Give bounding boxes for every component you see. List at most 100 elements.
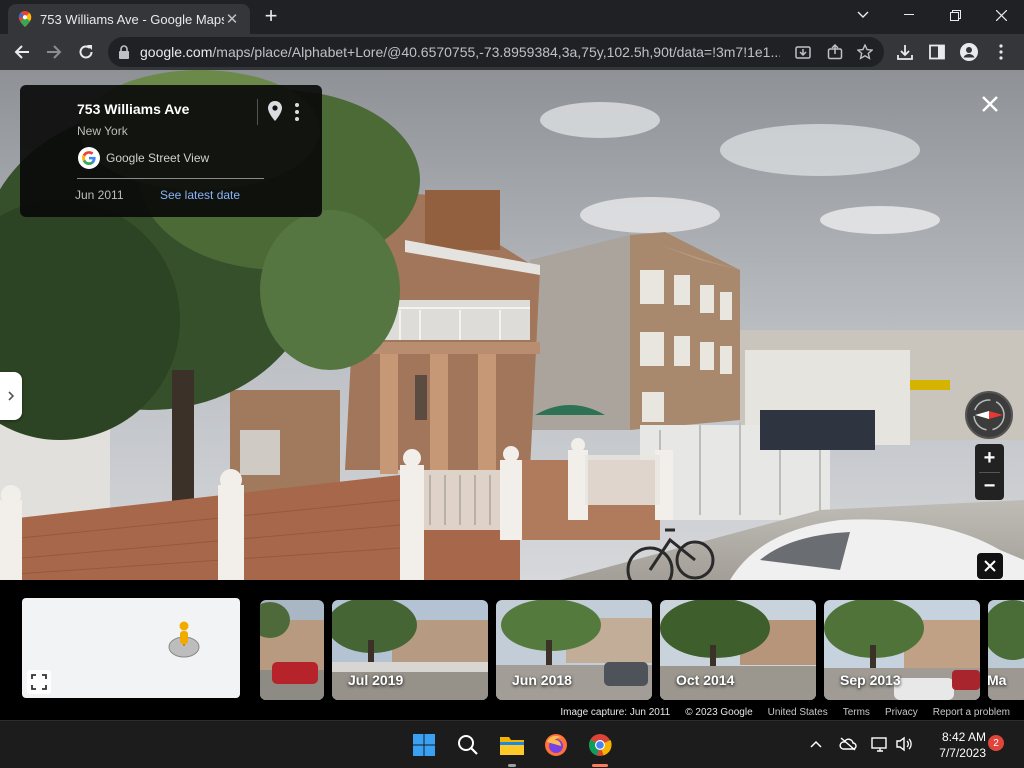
url-text: google.com/maps/place/Alphabet+Lore/@40.… <box>140 44 780 60</box>
system-clock[interactable]: 8:42 AM 7/7/2023 <box>918 729 986 761</box>
onedrive-button[interactable] <box>838 734 858 754</box>
show-hidden-icons-button[interactable] <box>806 734 826 754</box>
filmstrip-thumb-jun-2018[interactable]: Jun 2018 <box>496 600 652 700</box>
google-logo-icon <box>78 147 100 169</box>
filmstrip-thumb-oct-2014[interactable]: Oct 2014 <box>660 600 816 700</box>
thumb-date-label: Jul 2019 <box>348 672 404 688</box>
thumb-date-label: Oct 2014 <box>676 672 735 688</box>
filmstrip-thumb-partial-right[interactable]: Ma <box>988 600 1024 700</box>
google-maps-favicon-icon <box>18 11 32 27</box>
copyright-text: © 2023 Google <box>685 706 753 718</box>
filmstrip-thumb-partial[interactable] <box>260 600 324 700</box>
browser-tab-bar: 753 Williams Ave - Google Maps ✕ + <box>0 0 1024 34</box>
filmstrip-thumb-jul-2019[interactable]: Jul 2019 <box>332 600 488 700</box>
close-icon <box>984 560 996 572</box>
region-link[interactable]: United States <box>768 707 828 718</box>
windows-logo-icon <box>413 734 435 756</box>
search-icon <box>458 735 478 755</box>
fullscreen-icon <box>31 674 47 690</box>
speaker-icon <box>896 736 912 752</box>
volume-button[interactable] <box>894 734 914 754</box>
compass-button[interactable] <box>965 391 1013 439</box>
browser-toolbar: google.com/maps/place/Alphabet+Lore/@40.… <box>0 34 1024 70</box>
file-explorer-button[interactable] <box>498 731 526 759</box>
firefox-button[interactable] <box>542 731 570 759</box>
tab-search-button[interactable] <box>840 0 886 30</box>
chevron-right-icon <box>8 391 14 401</box>
minimize-icon <box>904 14 914 15</box>
close-icon <box>995 9 1007 21</box>
zoom-in-button[interactable]: + <box>975 444 1004 472</box>
pegman-icon <box>168 621 200 658</box>
share-icon[interactable] <box>826 43 844 61</box>
side-panel-icon[interactable] <box>926 41 948 63</box>
restore-icon <box>949 9 961 21</box>
back-button[interactable] <box>8 38 36 66</box>
thumb-date-label: Sep 2013 <box>840 672 901 688</box>
compass-icon <box>973 399 1005 431</box>
expand-map-button[interactable] <box>27 670 51 694</box>
clock-time: 8:42 AM <box>941 730 986 744</box>
new-tab-button[interactable]: + <box>258 4 284 30</box>
report-problem-link[interactable]: Report a problem <box>933 707 1010 718</box>
map-pin-icon[interactable] <box>268 101 282 121</box>
chevron-down-icon <box>857 11 869 18</box>
browser-tab[interactable]: 753 Williams Ave - Google Maps ✕ <box>8 4 250 34</box>
network-icon <box>871 737 887 752</box>
card-divider <box>257 99 258 125</box>
network-button[interactable] <box>870 734 890 754</box>
chrome-button[interactable] <box>586 731 614 759</box>
windows-taskbar: 8:42 AM 7/7/2023 <box>0 720 1024 768</box>
tab-close-icon[interactable]: ✕ <box>224 10 240 28</box>
search-taskbar-button[interactable] <box>454 731 482 759</box>
provider-label: Google Street View <box>106 151 210 165</box>
profile-avatar-icon[interactable] <box>958 41 980 63</box>
card-separator <box>77 178 264 179</box>
place-info-card: 753 Williams Ave New York Google Street … <box>20 85 322 217</box>
map-footer: Image capture: Jun 2011 © 2023 Google Un… <box>0 704 1024 720</box>
folder-icon <box>500 737 524 755</box>
restore-button[interactable] <box>932 0 978 30</box>
thumb-date-label: Jun 2018 <box>512 672 572 688</box>
filmstrip: Jul 2019 Jun 2018 Oct 2014 Sep 2013 Ma <box>0 580 1024 720</box>
close-filmstrip-button[interactable] <box>977 553 1003 579</box>
filmstrip-thumb-sep-2013[interactable]: Sep 2013 <box>824 600 980 700</box>
active-indicator <box>592 764 608 767</box>
terms-link[interactable]: Terms <box>843 707 870 718</box>
place-subtitle: New York <box>77 124 128 138</box>
zoom-out-button[interactable]: − <box>975 472 1004 500</box>
notification-badge[interactable]: 2 <box>988 735 1004 751</box>
see-latest-date-link[interactable]: See latest date <box>160 188 240 202</box>
forward-button[interactable] <box>40 38 68 66</box>
close-window-button[interactable] <box>978 0 1024 30</box>
running-indicator <box>508 764 516 767</box>
minimize-button[interactable] <box>886 0 932 30</box>
chrome-icon <box>589 734 612 756</box>
arrow-left-icon <box>14 45 29 59</box>
close-street-view-button[interactable] <box>976 90 1004 118</box>
more-menu-icon[interactable] <box>990 41 1012 63</box>
more-options-icon[interactable] <box>290 101 304 123</box>
arrow-right-icon <box>47 45 62 59</box>
close-icon <box>982 96 998 112</box>
lock-icon[interactable] <box>118 45 130 59</box>
install-app-icon[interactable] <box>794 43 812 61</box>
reload-button[interactable] <box>72 38 100 66</box>
place-title: 753 Williams Ave <box>77 101 190 117</box>
mini-map[interactable] <box>22 598 240 698</box>
bookmark-star-icon[interactable] <box>856 43 874 61</box>
clock-date: 7/7/2023 <box>939 746 986 760</box>
expand-side-panel-button[interactable] <box>0 372 22 420</box>
zoom-control: + − <box>975 444 1004 500</box>
address-bar[interactable]: google.com/maps/place/Alphabet+Lore/@40.… <box>108 37 884 67</box>
thumb-date-label: Ma <box>988 672 1007 688</box>
reload-icon <box>79 45 93 59</box>
chevron-up-icon <box>810 740 822 748</box>
screen: 753 Williams Ave - Google Maps ✕ + googl… <box>0 0 1024 768</box>
downloads-icon[interactable] <box>894 41 916 63</box>
firefox-icon <box>545 734 567 756</box>
capture-date[interactable]: Jun 2011 <box>75 188 124 202</box>
start-button[interactable] <box>410 731 438 759</box>
privacy-link[interactable]: Privacy <box>885 707 918 718</box>
cloud-offline-icon <box>839 737 857 751</box>
